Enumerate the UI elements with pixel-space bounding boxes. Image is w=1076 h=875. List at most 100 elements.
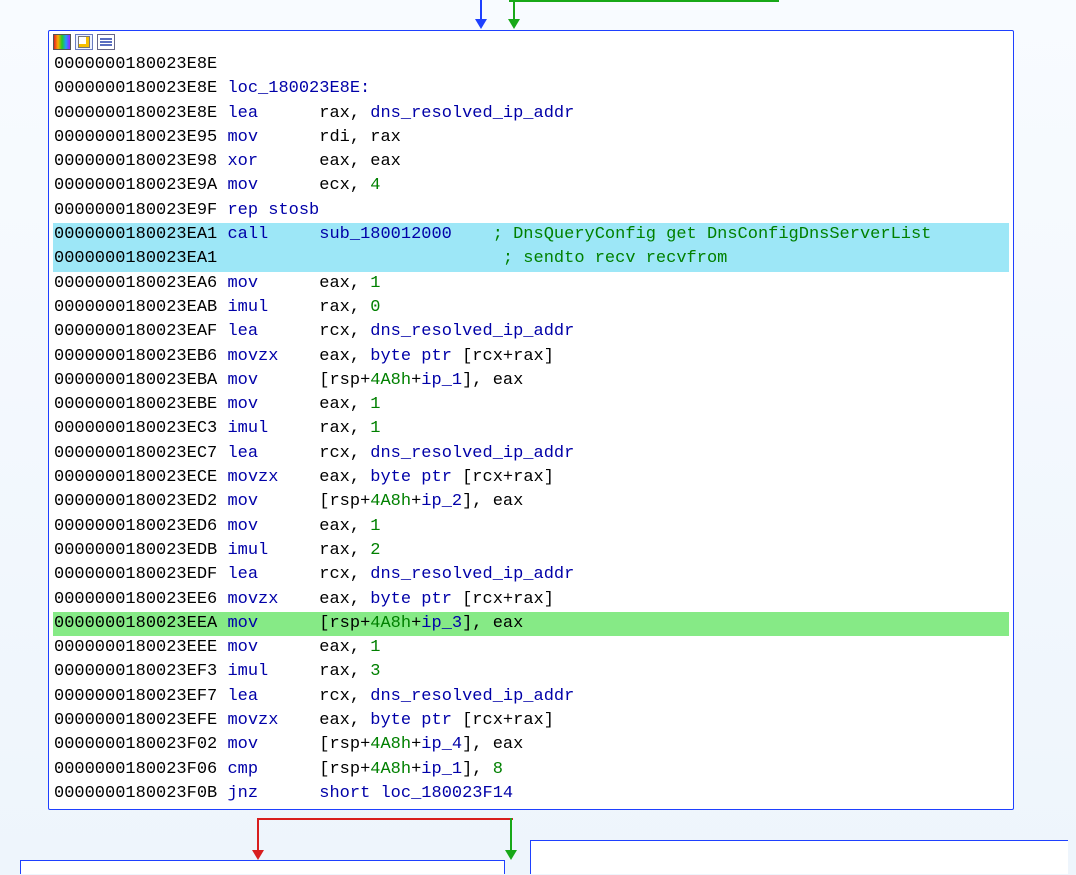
immediate: 4A8h — [370, 492, 411, 511]
operand-text: ], — [462, 760, 493, 779]
operand-text: rax, — [319, 541, 370, 560]
disasm-line[interactable]: 0000000180023EBA mov [rsp+4A8h+ip_1], ea… — [53, 369, 1009, 393]
immediate: 4A8h — [370, 760, 411, 779]
symbol: ip_1 — [421, 760, 462, 779]
disasm-line[interactable]: 0000000180023EDF lea rcx, dns_resolved_i… — [53, 563, 1009, 587]
disasm-line[interactable]: 0000000180023EA1 ; sendto recv recvfrom — [53, 247, 1009, 271]
mnemonic — [227, 249, 319, 268]
mnemonic: mov — [227, 517, 319, 536]
operand-text: byte ptr — [370, 347, 462, 366]
address: 0000000180023E95 — [54, 128, 217, 147]
operand-text: ], eax — [462, 492, 523, 511]
disasm-line[interactable]: 0000000180023ECE movzx eax, byte ptr [rc… — [53, 466, 1009, 490]
disasm-line[interactable]: 0000000180023F02 mov [rsp+4A8h+ip_4], ea… — [53, 733, 1009, 757]
disasm-line[interactable]: 0000000180023EDB imul rax, 2 — [53, 539, 1009, 563]
mnemonic: movzx — [227, 468, 319, 487]
disasm-line[interactable]: 0000000180023EFE movzx eax, byte ptr [rc… — [53, 709, 1009, 733]
disasm-line[interactable]: 0000000180023E8E — [53, 53, 1009, 77]
disasm-line[interactable]: 0000000180023EF7 lea rcx, dns_resolved_i… — [53, 685, 1009, 709]
disassembly-listing[interactable]: 0000000180023E8E0000000180023E8E loc_180… — [49, 53, 1013, 809]
operand-text: rax, — [319, 104, 370, 123]
operand-text: eax, — [319, 468, 370, 487]
operand-text: [rsp+ — [319, 614, 370, 633]
mnemonic: movzx — [227, 590, 319, 609]
operand-text: [rsp+ — [319, 371, 370, 390]
mnemonic: lea — [227, 104, 319, 123]
edit-icon[interactable] — [75, 34, 93, 50]
mnemonic: movzx — [227, 711, 319, 730]
palette-icon[interactable] — [53, 34, 71, 50]
mnemonic: mov — [227, 371, 319, 390]
symbol: sub_180012000 — [319, 225, 452, 244]
mnemonic: lea — [227, 444, 319, 463]
disasm-line[interactable]: 0000000180023F06 cmp [rsp+4A8h+ip_1], 8 — [53, 758, 1009, 782]
operand-text: [rsp+ — [319, 735, 370, 754]
symbol: dns_resolved_ip_addr — [370, 322, 574, 341]
mnemonic: mov — [227, 176, 319, 195]
disasm-line[interactable]: 0000000180023EA1 call sub_180012000 ; Dn… — [53, 223, 1009, 247]
comment: ; DnsQueryConfig get DnsConfigDnsServerL… — [493, 225, 932, 244]
disasm-line[interactable]: 0000000180023E8E lea rax, dns_resolved_i… — [53, 102, 1009, 126]
address: 0000000180023EEA — [54, 614, 217, 633]
disasm-line[interactable]: 0000000180023EBE mov eax, 1 — [53, 393, 1009, 417]
address: 0000000180023EDF — [54, 565, 217, 584]
address: 0000000180023EB6 — [54, 347, 217, 366]
disasm-line[interactable]: 0000000180023ED6 mov eax, 1 — [53, 515, 1009, 539]
disasm-line[interactable]: 0000000180023EAF lea rcx, dns_resolved_i… — [53, 320, 1009, 344]
disasm-line[interactable]: 0000000180023E98 xor eax, eax — [53, 150, 1009, 174]
symbol: dns_resolved_ip_addr — [370, 104, 574, 123]
graph-node-successor-left[interactable] — [20, 860, 505, 874]
operand-text: eax, — [319, 711, 370, 730]
disasm-line[interactable]: 0000000180023EB6 movzx eax, byte ptr [rc… — [53, 345, 1009, 369]
mnemonic: jnz — [227, 784, 319, 803]
operand-text — [452, 225, 493, 244]
operand-text: + — [411, 614, 421, 633]
operand-text: rax, — [319, 298, 370, 317]
disasm-line[interactable]: 0000000180023EE6 movzx eax, byte ptr [rc… — [53, 588, 1009, 612]
disasm-line[interactable]: 0000000180023EF3 imul rax, 3 — [53, 660, 1009, 684]
symbol: dns_resolved_ip_addr — [370, 687, 574, 706]
address: 0000000180023EF7 — [54, 687, 217, 706]
disasm-line[interactable]: 0000000180023E9A mov ecx, 4 — [53, 174, 1009, 198]
immediate: 4A8h — [370, 614, 411, 633]
mnemonic: imul — [227, 298, 319, 317]
graph-node-successor-right[interactable] — [530, 840, 1068, 874]
disasm-line[interactable]: 0000000180023EC3 imul rax, 1 — [53, 417, 1009, 441]
operand-text: + — [411, 492, 421, 511]
disasm-line[interactable]: 0000000180023E9F rep stosb — [53, 199, 1009, 223]
mnemonic: cmp — [227, 760, 319, 779]
operand-text: short — [319, 784, 380, 803]
disasm-line[interactable]: 0000000180023EC7 lea rcx, dns_resolved_i… — [53, 442, 1009, 466]
operand-text: eax, — [319, 347, 370, 366]
mnemonic: mov — [227, 128, 319, 147]
mnemonic: mov — [227, 274, 319, 293]
symbol: dns_resolved_ip_addr — [370, 565, 574, 584]
graph-node-basic-block[interactable]: 0000000180023E8E0000000180023E8E loc_180… — [48, 30, 1014, 810]
mnemonic: rep stosb — [227, 201, 319, 220]
operand-text: [rcx+rax] — [462, 468, 554, 487]
address: 0000000180023EBE — [54, 395, 217, 414]
disasm-line[interactable]: 0000000180023EAB imul rax, 0 — [53, 296, 1009, 320]
immediate: 1 — [370, 638, 380, 657]
address: 0000000180023EA1 — [54, 225, 217, 244]
disasm-line[interactable]: 0000000180023F0B jnz short loc_180023F14 — [53, 782, 1009, 806]
mnemonic: imul — [227, 541, 319, 560]
operand-text: ], eax — [462, 614, 523, 633]
outgoing-edge-true — [505, 818, 517, 860]
address: 0000000180023EA1 — [54, 249, 217, 268]
address: 0000000180023E98 — [54, 152, 217, 171]
disasm-line[interactable]: 0000000180023ED2 mov [rsp+4A8h+ip_2], ea… — [53, 490, 1009, 514]
disasm-line[interactable]: 0000000180023EA6 mov eax, 1 — [53, 272, 1009, 296]
disasm-line[interactable]: 0000000180023EEE mov eax, 1 — [53, 636, 1009, 660]
immediate: 1 — [370, 274, 380, 293]
disasm-line[interactable]: 0000000180023E95 mov rdi, rax — [53, 126, 1009, 150]
operand-text: byte ptr — [370, 711, 462, 730]
address: 0000000180023EC3 — [54, 419, 217, 438]
mnemonic: imul — [227, 419, 319, 438]
disasm-line[interactable]: 0000000180023E8E loc_180023E8E: — [53, 77, 1009, 101]
disasm-line[interactable]: 0000000180023EEA mov [rsp+4A8h+ip_3], ea… — [53, 612, 1009, 636]
immediate: 1 — [370, 395, 380, 414]
bars-icon[interactable] — [97, 34, 115, 50]
address: 0000000180023EAB — [54, 298, 217, 317]
operand-text: rcx, — [319, 444, 370, 463]
